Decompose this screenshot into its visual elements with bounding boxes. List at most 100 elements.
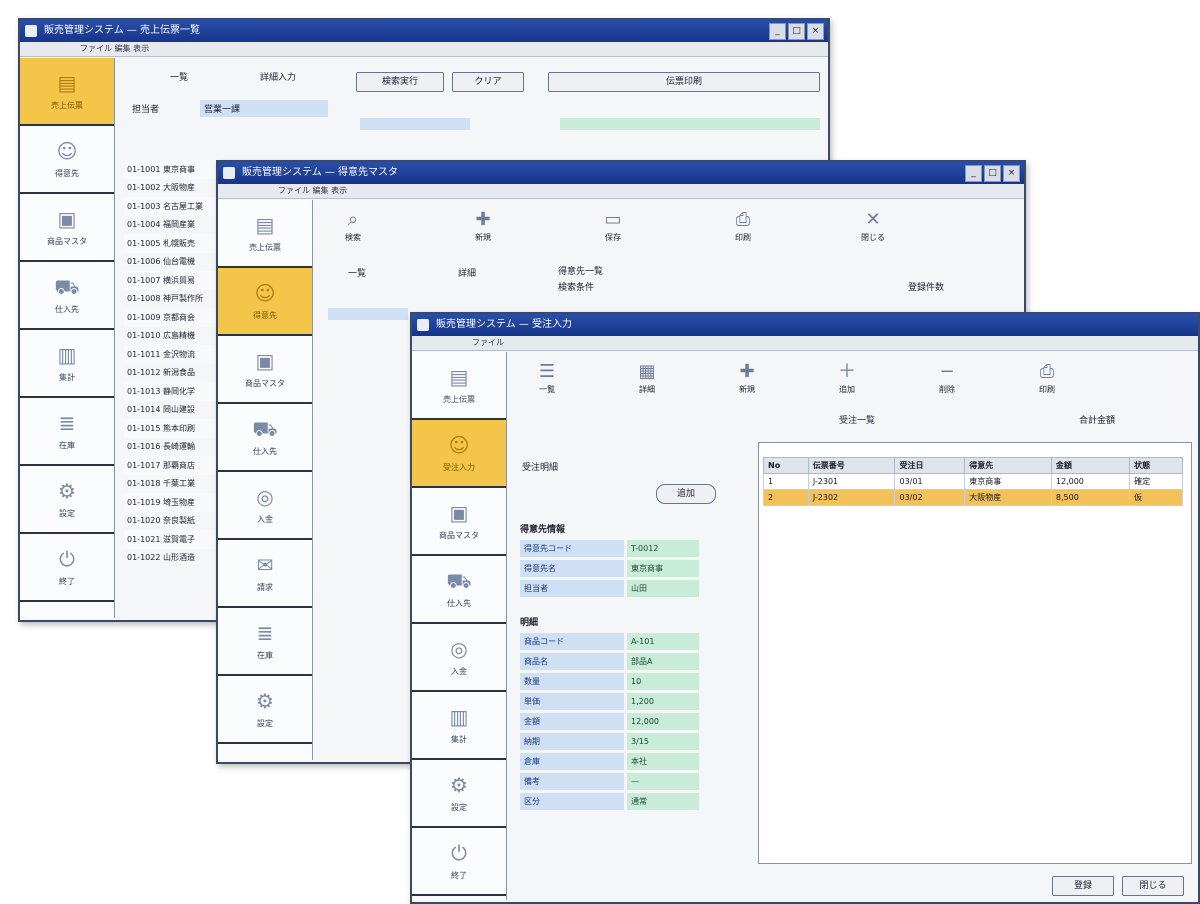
grid-header-cell[interactable]: 金額 xyxy=(1050,457,1131,474)
sidebar-item[interactable]: ▤ 売上伝票 xyxy=(412,352,506,420)
toolbar-button[interactable]: ✚ 新規 xyxy=(712,360,782,395)
grid-header-cell[interactable]: No xyxy=(763,457,809,474)
sidebar-item[interactable]: ✉ 請求 xyxy=(218,540,312,608)
table-cell: 確定 xyxy=(1129,473,1183,490)
close-button[interactable]: × xyxy=(807,23,824,40)
filter-value[interactable]: 営業一課 xyxy=(200,100,328,117)
toolbar-button[interactable]: ▦ 詳細 xyxy=(612,360,682,395)
submit-button[interactable]: 登録 xyxy=(1052,876,1114,896)
sidebar-item[interactable]: ▣ 商品マスタ xyxy=(412,488,506,556)
field-value[interactable]: — xyxy=(627,773,699,790)
table-cell: 1 xyxy=(763,473,809,490)
toolbar-button[interactable]: ✚ 新規 xyxy=(448,208,518,243)
sidebar-item[interactable]: ◎ 入金 xyxy=(412,624,506,692)
filter-field-3[interactable] xyxy=(560,118,820,130)
customer-search-field[interactable] xyxy=(328,308,408,320)
sidebar-item[interactable]: ⛟ 仕入先 xyxy=(20,262,114,330)
form-field-row: 区分 通常 xyxy=(520,793,740,810)
window-titlebar[interactable]: 販売管理システム — 得意先マスタ _ □ × xyxy=(218,162,1024,184)
toolbar-button[interactable]: ▭ 保存 xyxy=(578,208,648,243)
tab-list[interactable]: 一覧 xyxy=(170,70,188,83)
sidebar-item[interactable]: ▤ 売上伝票 xyxy=(20,58,114,126)
sidebar-item[interactable]: ▥ 集計 xyxy=(20,330,114,398)
clear-button[interactable]: クリア xyxy=(452,72,524,92)
sidebar-item[interactable]: ▣ 商品マスタ xyxy=(20,194,114,262)
field-value[interactable]: 3/15 xyxy=(627,733,699,750)
maximize-button[interactable]: □ xyxy=(788,23,805,40)
order-grid-panel: 受注一覧 合計金額 No 伝票番号 受注日 得意先 金額 状態 1 J-2301 03/01 東京… xyxy=(758,416,1192,864)
search-button[interactable]: 検索実行 xyxy=(356,72,444,92)
sidebar-item[interactable]: ⛟ 仕入先 xyxy=(218,404,312,472)
sidebar: ▤ 売上伝票 ☺ 受注入力 ▣ 商品マスタ ⛟ 仕入先 ◎ 入金 ▥ 集計 ⚙ 設定 ⏻ 終了 xyxy=(412,352,507,900)
sidebar-item[interactable]: ▣ 商品マスタ xyxy=(218,336,312,404)
grid-header-cell[interactable]: 状態 xyxy=(1129,457,1183,474)
minimize-button[interactable]: _ xyxy=(769,23,786,40)
search-icon: ⌕ xyxy=(347,209,359,230)
sidebar-item[interactable]: ▤ 売上伝票 xyxy=(218,200,312,268)
app-icon xyxy=(417,319,429,331)
field-value[interactable]: 通常 xyxy=(627,793,699,810)
sidebar-item[interactable]: ▥ 集計 xyxy=(412,692,506,760)
printer-icon: ⎙ xyxy=(1039,361,1055,382)
toolbar-button[interactable]: ✕ 閉じる xyxy=(838,208,908,243)
grid-header-cell[interactable]: 得意先 xyxy=(964,457,1052,474)
sidebar-item-label: 売上伝票 xyxy=(443,394,475,404)
form-field-row: 商品コード A-101 xyxy=(520,633,740,650)
grid-header-cell[interactable]: 受注日 xyxy=(894,457,966,474)
toolbar-button[interactable]: ⎙ 印刷 xyxy=(1012,360,1082,395)
sidebar-item[interactable]: ⏻ 終了 xyxy=(412,828,506,896)
toolbar-button[interactable]: ⎙ 印刷 xyxy=(708,208,778,243)
label-order-list: 受注一覧 xyxy=(839,416,876,426)
table-cell: 仮 xyxy=(1129,489,1183,506)
toolbar-button-label: 一覧 xyxy=(539,385,555,394)
toolbar-button[interactable]: ☰ 一覧 xyxy=(512,360,582,395)
label-detail: 詳細 xyxy=(458,269,477,279)
sidebar-item[interactable]: ⛟ 仕入先 xyxy=(412,556,506,624)
field-value[interactable]: T-0012 xyxy=(627,540,699,557)
menubar[interactable]: ファイル xyxy=(412,336,1198,351)
tab-detail[interactable]: 詳細入力 xyxy=(260,70,296,83)
sidebar-item[interactable]: ☺ 得意先 xyxy=(20,126,114,194)
section-title: 受注明細 xyxy=(522,463,559,473)
table-cell: 12,000 xyxy=(1050,473,1131,490)
close-window-button[interactable]: 閉じる xyxy=(1122,876,1184,896)
print-button[interactable]: 伝票印刷 xyxy=(548,72,820,92)
grid-header-cell[interactable]: 伝票番号 xyxy=(807,457,896,474)
field-value[interactable]: 部品A xyxy=(627,653,699,670)
window-title: 販売管理システム — 受注入力 xyxy=(436,319,573,330)
sidebar-item[interactable]: ⚙ 設定 xyxy=(218,676,312,744)
toolbar-button[interactable]: ＋ 追加 xyxy=(812,360,882,395)
menubar[interactable]: ファイル 編集 表示 xyxy=(20,42,828,57)
field-value[interactable]: 1,200 xyxy=(627,693,699,710)
menubar[interactable]: ファイル 編集 表示 xyxy=(218,184,1024,199)
sidebar-item[interactable]: ⏻ 終了 xyxy=(20,534,114,602)
table-row[interactable]: 1 J-2301 03/01 東京商事 12,000 確定 xyxy=(763,473,1183,490)
sidebar-item[interactable]: ☺ 得意先 xyxy=(218,268,312,336)
toolbar-button[interactable]: − 削除 xyxy=(912,360,982,395)
field-value[interactable]: 山田 xyxy=(627,580,699,597)
table-cell: 2 xyxy=(763,489,809,506)
field-value[interactable]: 東京商事 xyxy=(627,560,699,577)
window-titlebar[interactable]: 販売管理システム — 売上伝票一覧 _ □ × xyxy=(20,20,828,42)
sidebar-item[interactable]: ≣ 在庫 xyxy=(218,608,312,676)
field-value[interactable]: 10 xyxy=(627,673,699,690)
maximize-button[interactable]: □ xyxy=(984,165,1001,182)
close-button[interactable]: × xyxy=(1003,165,1020,182)
toolbar-button-label: 詳細 xyxy=(639,385,655,394)
sidebar-item[interactable]: ◎ 入金 xyxy=(218,472,312,540)
table-row[interactable]: 2 J-2302 03/02 大阪物産 8,500 仮 xyxy=(763,489,1183,506)
sidebar-item[interactable]: ⚙ 設定 xyxy=(20,466,114,534)
sidebar-item[interactable]: ≣ 在庫 xyxy=(20,398,114,466)
window-titlebar[interactable]: 販売管理システム — 受注入力 xyxy=(412,314,1198,336)
minimize-button[interactable]: _ xyxy=(965,165,982,182)
add-button[interactable]: 追加 xyxy=(656,484,716,504)
field-value[interactable]: A-101 xyxy=(627,633,699,650)
sidebar-item[interactable]: ☺ 受注入力 xyxy=(412,420,506,488)
sidebar-item[interactable]: ⚙ 設定 xyxy=(412,760,506,828)
field-value[interactable]: 12,000 xyxy=(627,713,699,730)
field-value[interactable]: 本社 xyxy=(627,753,699,770)
filter-field-2[interactable] xyxy=(360,118,470,130)
sidebar-item-label: 設定 xyxy=(451,802,467,812)
sidebar-item-label: 仕入先 xyxy=(447,598,471,608)
toolbar-button[interactable]: ⌕ 検索 xyxy=(318,208,388,243)
